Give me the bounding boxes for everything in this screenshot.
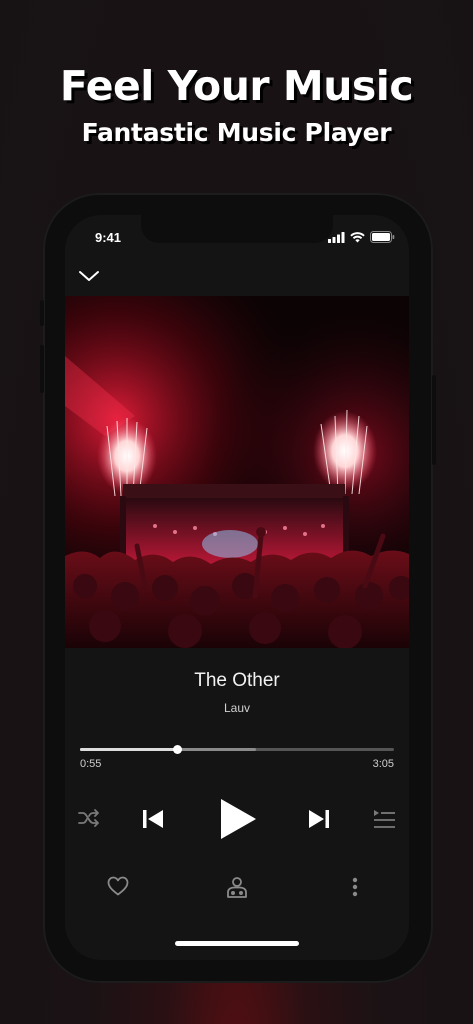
progress-thumb[interactable]	[172, 745, 182, 754]
promo-headline: Feel Your Music	[59, 62, 414, 110]
favorite-button[interactable]	[106, 874, 130, 898]
next-button[interactable]	[307, 807, 331, 831]
phone-side-button	[40, 300, 44, 326]
chevron-down-icon[interactable]	[77, 265, 101, 289]
track-title: The Other	[194, 670, 280, 691]
people-share-icon	[227, 877, 247, 898]
share-button[interactable]	[225, 875, 249, 899]
previous-button[interactable]	[141, 807, 165, 831]
battery-icon	[370, 231, 395, 243]
elapsed-time: 0:55	[80, 758, 102, 770]
progress-slider[interactable]	[80, 745, 394, 754]
phone-screen: 9:41 The Other Lauv 0:55 3:05	[65, 215, 409, 960]
promo-subheadline: Fantastic Music Player	[81, 118, 392, 147]
shuffle-icon	[78, 809, 99, 827]
status-time: 9:41	[95, 230, 122, 245]
play-icon	[221, 799, 256, 839]
album-artwork	[65, 296, 409, 648]
skip-previous-icon	[143, 810, 163, 828]
more-button[interactable]	[348, 875, 362, 899]
queue-list-icon	[374, 810, 395, 828]
phone-side-button	[432, 375, 436, 465]
track-artist[interactable]: Lauv	[65, 701, 409, 715]
phone-side-button	[40, 345, 44, 393]
heart-icon	[107, 876, 129, 896]
phone-notch	[141, 215, 333, 243]
total-duration: 3:05	[372, 758, 394, 770]
queue-button[interactable]	[371, 808, 397, 830]
status-icons	[328, 231, 395, 243]
progress-fill	[80, 748, 177, 751]
wifi-icon	[350, 231, 365, 242]
more-vertical-icon	[352, 877, 358, 897]
signal-icon	[328, 231, 345, 243]
shuffle-button[interactable]	[77, 806, 101, 830]
skip-next-icon	[309, 810, 329, 828]
home-indicator[interactable]	[175, 941, 299, 946]
play-button[interactable]	[215, 796, 261, 842]
